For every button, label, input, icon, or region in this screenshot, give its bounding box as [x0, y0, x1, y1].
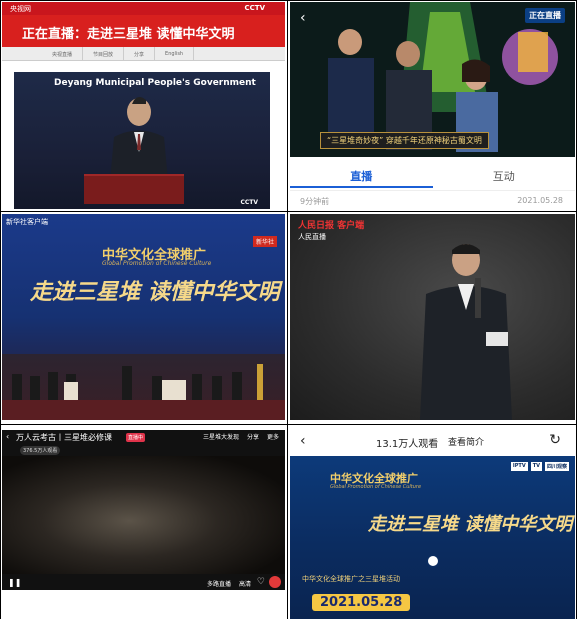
- top-actions: 三星堆大发现 分享 更多: [203, 432, 279, 441]
- partner-logo: 四川观察: [544, 462, 569, 471]
- banner-title: 正在直播：走进三星堆 读懂中华文明: [22, 27, 235, 42]
- heart-icon[interactable]: ♡: [257, 577, 265, 587]
- quality-button[interactable]: 高清: [239, 579, 251, 588]
- view-intro-link[interactable]: 查看简介: [448, 435, 484, 448]
- event-title: 走进三星堆 读懂中华文明: [30, 279, 280, 305]
- nav-bar: 央视直播 节目回放 分享 English: [2, 47, 285, 61]
- cctv-web-live-panel: 央视网 CCTV 正在直播：走进三星堆 读懂中华文明 央视直播 节目回放 分享 …: [2, 2, 285, 209]
- live-banner: 正在直播：走进三星堆 读懂中华文明: [2, 15, 285, 47]
- gift-icon[interactable]: [269, 576, 281, 588]
- nav-item[interactable]: 分享: [124, 47, 156, 60]
- video-player[interactable]: Deyang Municipal People's Government CCT…: [14, 72, 270, 209]
- brand-subtitle: Global Promotion of Chinese Culture: [330, 484, 422, 490]
- post-meta: 9分钟前 2021.05.28: [290, 190, 575, 210]
- grid-divider: [0, 0, 1, 619]
- event-date: 2021.05.28: [312, 594, 411, 611]
- player-controls: ❚❚ 多路直播 高清 ♡: [2, 576, 285, 590]
- event-subtitle: 中华文化全球推广之三星堆活动: [302, 575, 400, 583]
- nav-item[interactable]: 节目回放: [83, 47, 125, 60]
- mobile-stream-panel: ‹ 13.1万人观看 查看简介 ↻ 中华文化全球推广 Global Promot…: [290, 430, 575, 619]
- share-button[interactable]: 分享: [247, 432, 259, 441]
- back-arrow-icon[interactable]: ‹: [300, 433, 306, 449]
- post-date: 2021.05.28: [517, 196, 563, 205]
- stage-floor: [2, 400, 285, 420]
- lower-third-caption: “三星堆奇妙夜” 穿越千年还原神秘古蜀文明: [320, 132, 489, 149]
- grid-divider: [0, 424, 577, 425]
- site-logo[interactable]: 央视网: [10, 4, 31, 14]
- grid-divider: [0, 211, 577, 212]
- refresh-icon[interactable]: ↻: [549, 432, 561, 448]
- video-player[interactable]: ‹ 正在直播 “三星堆奇妙夜” 穿越千年还原神秘古蜀文明: [290, 2, 575, 157]
- grid-divider: [0, 0, 577, 1]
- time-ago: 9分钟前: [300, 197, 330, 206]
- top-bar: ‹ 13.1万人观看 查看简介 ↻: [290, 430, 575, 452]
- partner-logo: IPTV: [510, 462, 528, 471]
- corner-badge: 新华社: [252, 236, 277, 247]
- site-header: 央视网 CCTV: [2, 2, 285, 15]
- screenshot-grid: 央视网 CCTV 正在直播：走进三星堆 读懂中华文明 央视直播 节目回放 分享 …: [0, 0, 577, 619]
- screen-caption: Deyang Municipal People's Government: [54, 78, 256, 88]
- peoples-daily-live-panel: 人民日报 客户端 人民直播: [290, 214, 575, 420]
- channel-link[interactable]: 三星堆大发现: [203, 432, 239, 441]
- brand-subtitle: Global Promotion of Chinese Culture: [102, 260, 212, 267]
- xinhua-live-panel: 新华社客户端 新华社 中华文化全球推广 Global Promotion of …: [2, 214, 285, 420]
- tab-interact[interactable]: 互动: [433, 162, 576, 188]
- video-player[interactable]: 中华文化全球推广 Global Promotion of Chinese Cul…: [290, 456, 575, 619]
- nav-item[interactable]: English: [155, 47, 195, 60]
- live-badge: 直播中: [126, 433, 146, 442]
- viewer-count: 13.1万人观看: [376, 439, 439, 450]
- event-title: 走进三星堆 读懂中华文明: [368, 514, 573, 535]
- video-scene[interactable]: [2, 456, 285, 574]
- partner-logos: IPTV TV 四川观察: [510, 462, 569, 471]
- nav-item[interactable]: 央视直播: [42, 47, 84, 60]
- tab-bar: 直播 互动: [290, 162, 575, 188]
- cctv-logo: CCTV: [244, 4, 265, 12]
- back-arrow-icon[interactable]: ‹: [6, 432, 9, 441]
- grid-divider: [287, 0, 288, 619]
- back-arrow-icon[interactable]: ‹: [300, 10, 306, 26]
- play-indicator-icon[interactable]: [426, 554, 440, 568]
- cctv-watermark: CCTV: [240, 199, 258, 206]
- stream-title: 万人云考古丨三星堆必修课: [16, 433, 112, 442]
- more-button[interactable]: 更多: [267, 432, 279, 441]
- podium: [84, 174, 184, 204]
- multi-stream-button[interactable]: 多路直播: [207, 579, 231, 588]
- dark-live-panel: ‹ 万人云考古丨三星堆必修课 直播中 三星堆大发现 分享 更多 376.5万人观…: [2, 430, 285, 590]
- partner-logo: TV: [530, 462, 542, 471]
- viewer-count: 376.5万人观看: [20, 446, 61, 455]
- host-figure: [420, 244, 512, 420]
- mobile-live-panel: ‹ 正在直播 “三星堆奇妙夜” 穿越千年还原神秘古蜀文明 直播 互动 9分钟前 …: [290, 2, 575, 210]
- live-badge: 正在直播: [525, 8, 565, 23]
- tab-live[interactable]: 直播: [290, 162, 433, 188]
- source-label: 新华社客户端: [6, 218, 48, 226]
- pause-icon[interactable]: ❚❚: [8, 578, 21, 587]
- top-bar: ‹ 万人云考古丨三星堆必修课 直播中 三星堆大发现 分享 更多: [2, 430, 285, 444]
